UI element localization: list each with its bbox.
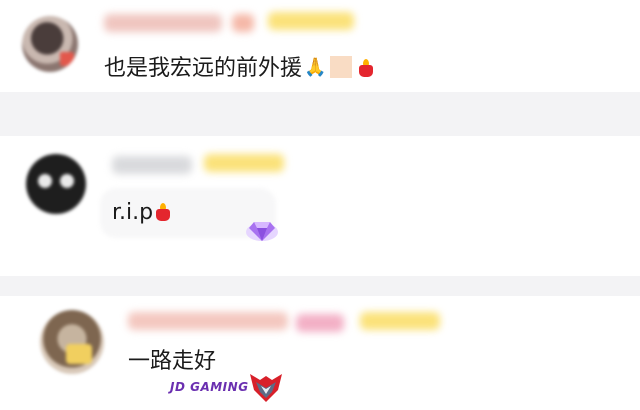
comment-card-3: 一路走好 JD GAMING	[0, 296, 640, 410]
jdg-badge: JD GAMING	[170, 370, 290, 404]
diamond-badge-icon	[246, 222, 278, 241]
comment-card-1: 也是我宏远的前外援 🙏	[0, 0, 640, 92]
jdg-logo-icon	[250, 374, 282, 402]
candle-icon	[358, 59, 374, 77]
comment-card-2: r.i.p	[0, 136, 640, 276]
avatar[interactable]	[22, 16, 78, 72]
user-tag-badge	[296, 314, 344, 332]
skin-tone-icon	[330, 56, 353, 78]
user-level-badge	[268, 12, 354, 30]
comment-text-body: 也是我宏远的前外援	[104, 56, 303, 81]
pray-icon: 🙏	[304, 57, 327, 78]
comment-text-body: r.i.p	[112, 200, 154, 225]
user-tag-badge	[232, 14, 254, 32]
avatar[interactable]	[40, 310, 104, 374]
jdg-badge-text: JD GAMING	[170, 380, 249, 394]
avatar[interactable]	[26, 154, 86, 214]
username[interactable]	[104, 14, 222, 32]
user-level-badge	[360, 312, 440, 330]
comment-text: r.i.p	[112, 199, 171, 227]
username[interactable]	[112, 156, 192, 174]
user-level-badge	[204, 154, 284, 172]
username[interactable]	[128, 312, 288, 330]
candle-icon	[155, 203, 171, 221]
comment-text: 也是我宏远的前外援 🙏	[104, 54, 374, 83]
